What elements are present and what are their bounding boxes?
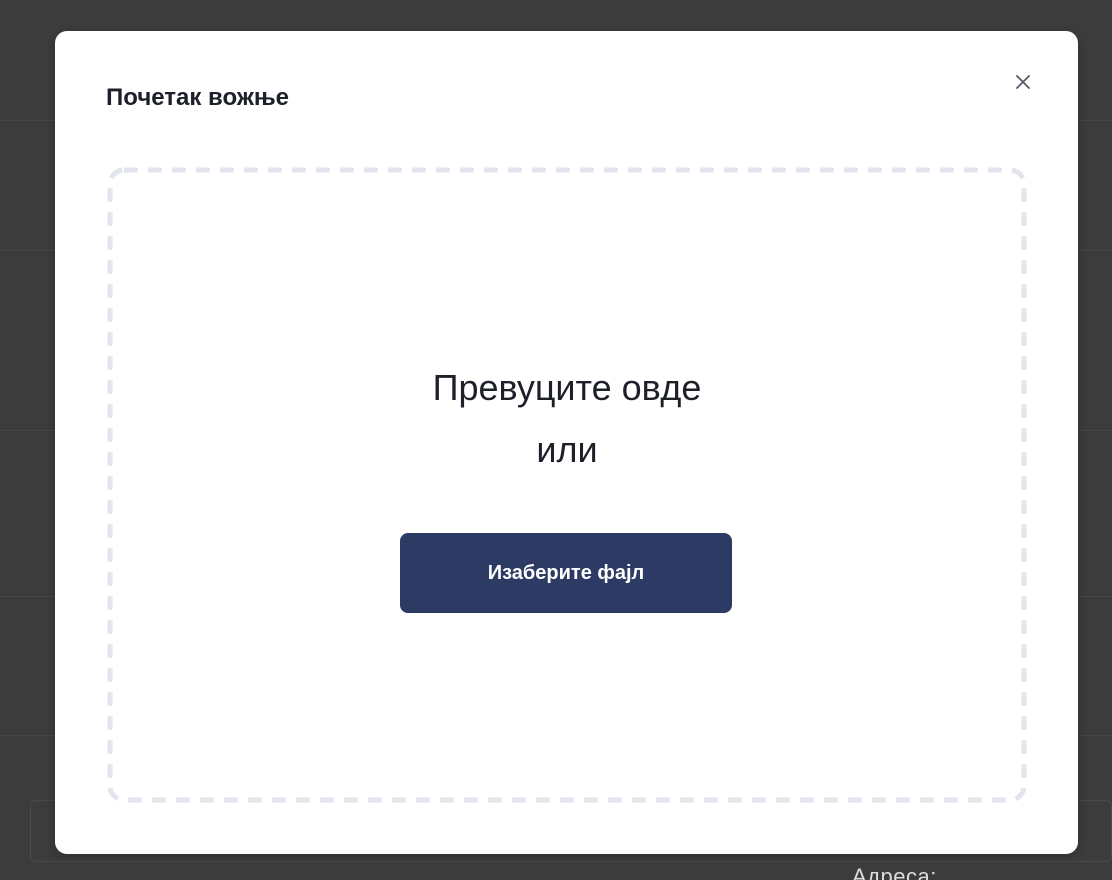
close-icon [1016, 75, 1030, 89]
background-label: Адреса: [852, 864, 937, 880]
dropzone-or-text: или [536, 429, 598, 470]
modal-backdrop[interactable]: Адреса: Почетак вожње Превуците овде или… [0, 0, 1112, 880]
modal-title: Почетак вожње [106, 84, 289, 111]
file-dropzone[interactable]: Превуците овде или Изаберите фајл [107, 167, 1027, 803]
choose-file-button[interactable]: Изаберите фајл [400, 533, 732, 613]
dropzone-border [107, 167, 1027, 803]
dropzone-instruction: Превуците овде [432, 367, 702, 408]
close-button[interactable] [1008, 67, 1038, 97]
upload-modal: Почетак вожње Превуците овде или Изабери… [55, 31, 1078, 854]
